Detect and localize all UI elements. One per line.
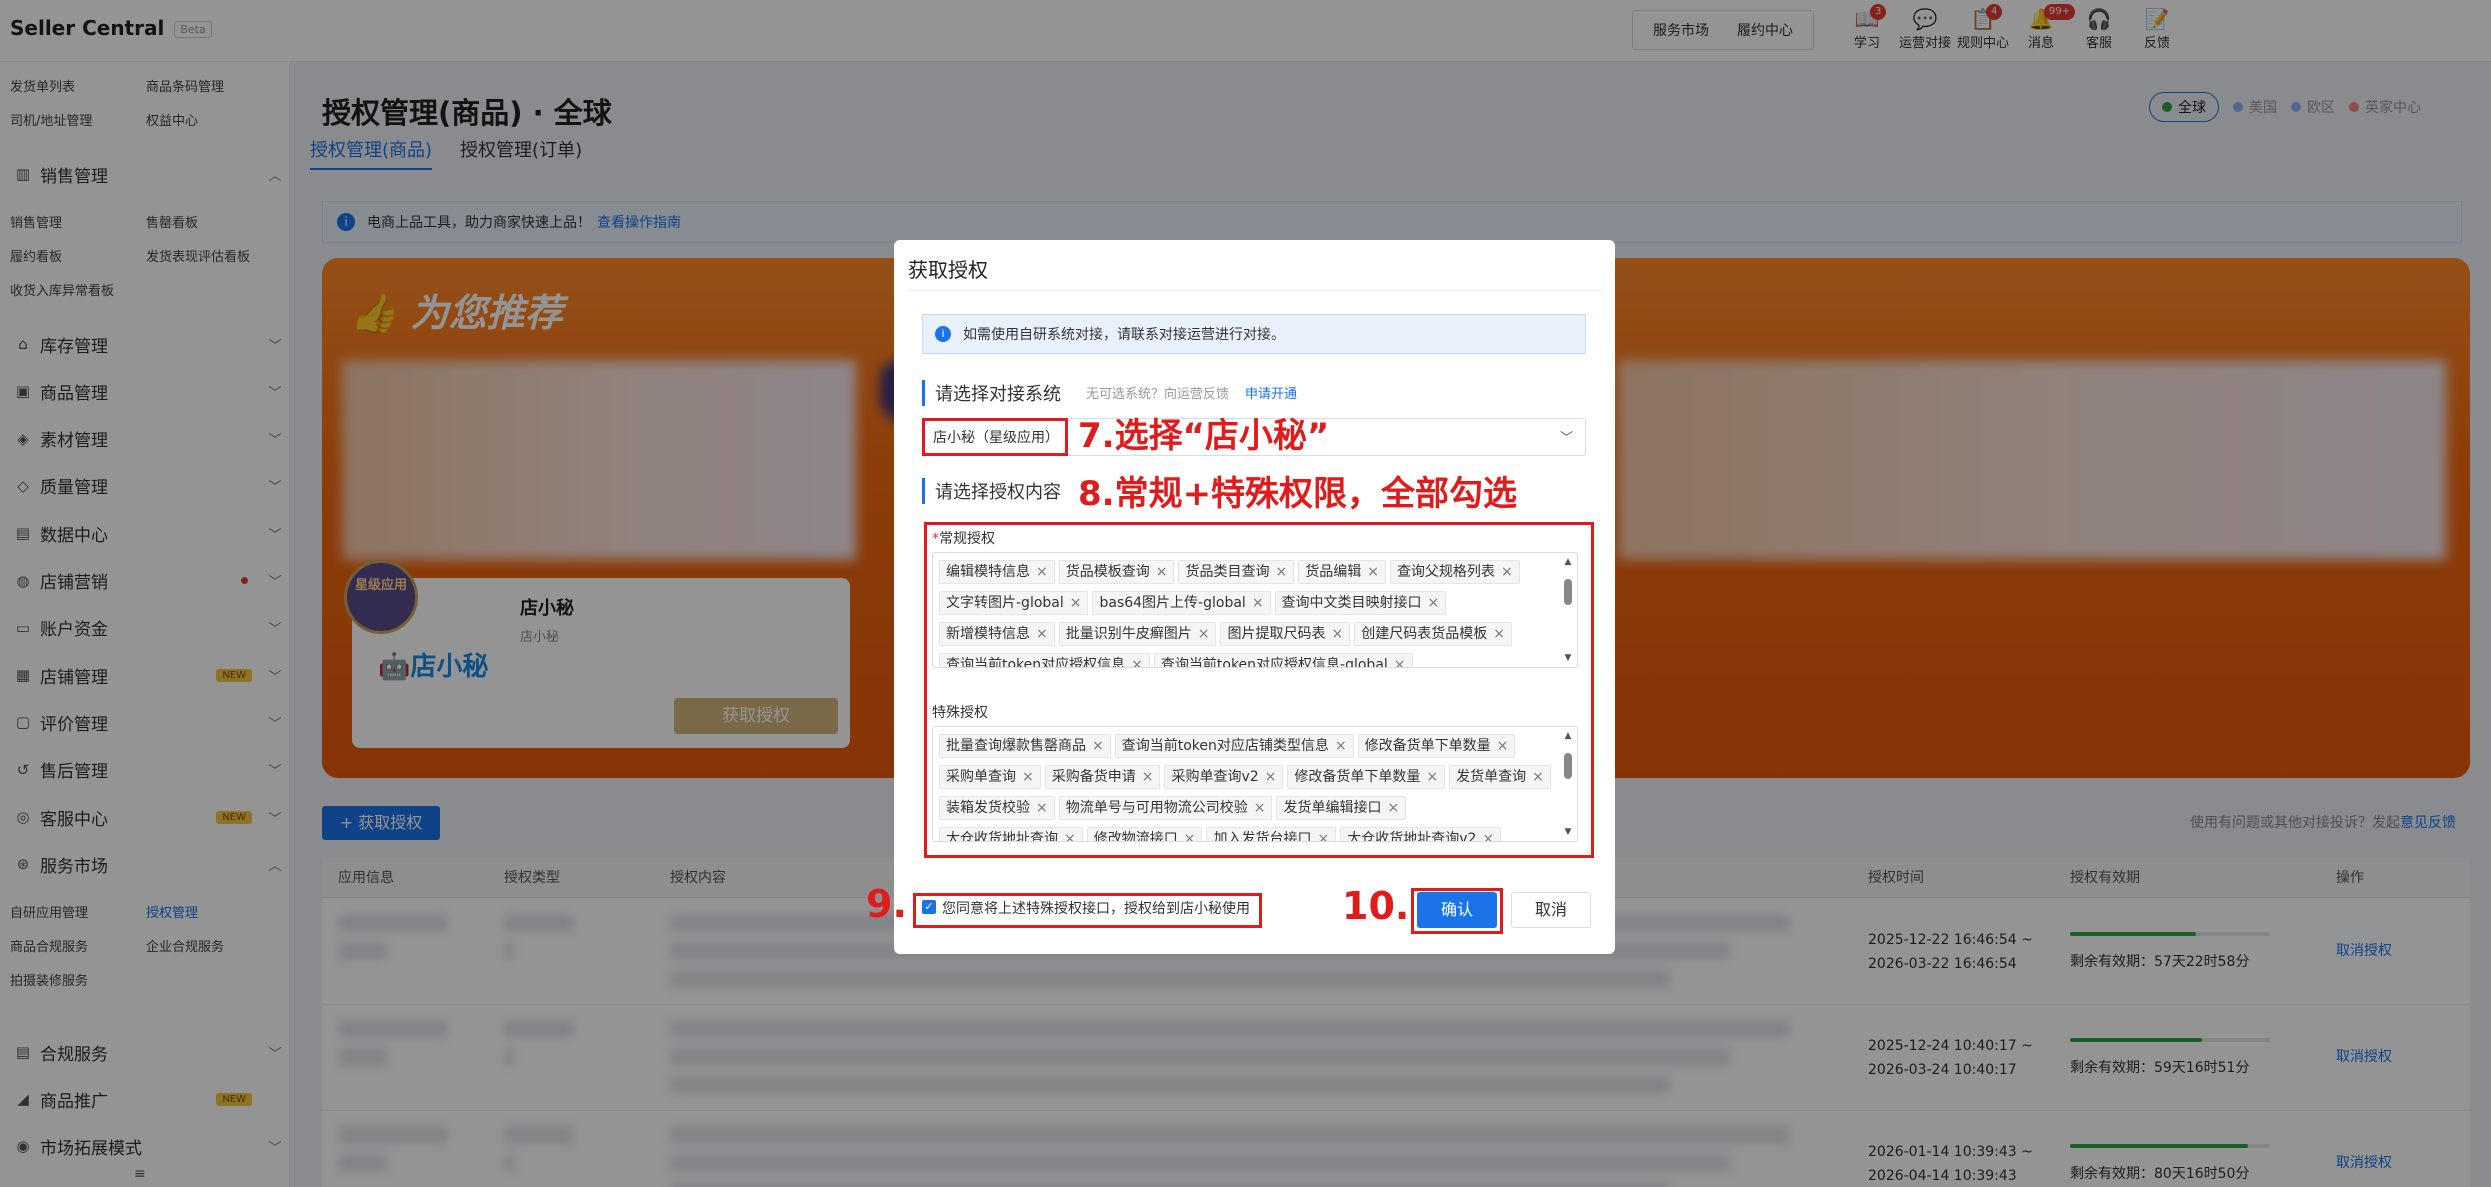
annotation-box-system [922, 418, 1068, 456]
system-hint: 无可选系统？向运营反馈 申请开通 [1086, 387, 1298, 402]
annotation-step10: 10. [1342, 884, 1410, 928]
annotation-box-confirm [1411, 888, 1503, 934]
annotation-step8: 8.常规+特殊权限，全部勾选 [1078, 474, 1518, 514]
divider [908, 290, 1601, 291]
apply-link[interactable]: 申请开通 [1245, 387, 1297, 402]
content-section-title: 请选择授权内容 [922, 478, 1061, 504]
annotation-box-agree [913, 893, 1262, 928]
annotation-box-permissions [924, 522, 1594, 858]
info-icon: i [935, 326, 951, 342]
cancel-button[interactable]: 取消 [1511, 892, 1591, 928]
dialog-info: i 如需使用自研系统对接，请联系对接运营进行对接。 [922, 314, 1586, 354]
annotation-step9: 9. [866, 882, 907, 926]
chevron-down-icon: ﹀ [1559, 431, 1573, 446]
dialog-title: 获取授权 [908, 258, 988, 282]
annotation-step7: 7.选择“店小秘” [1078, 416, 1330, 456]
system-section-title: 请选择对接系统 [922, 380, 1061, 406]
